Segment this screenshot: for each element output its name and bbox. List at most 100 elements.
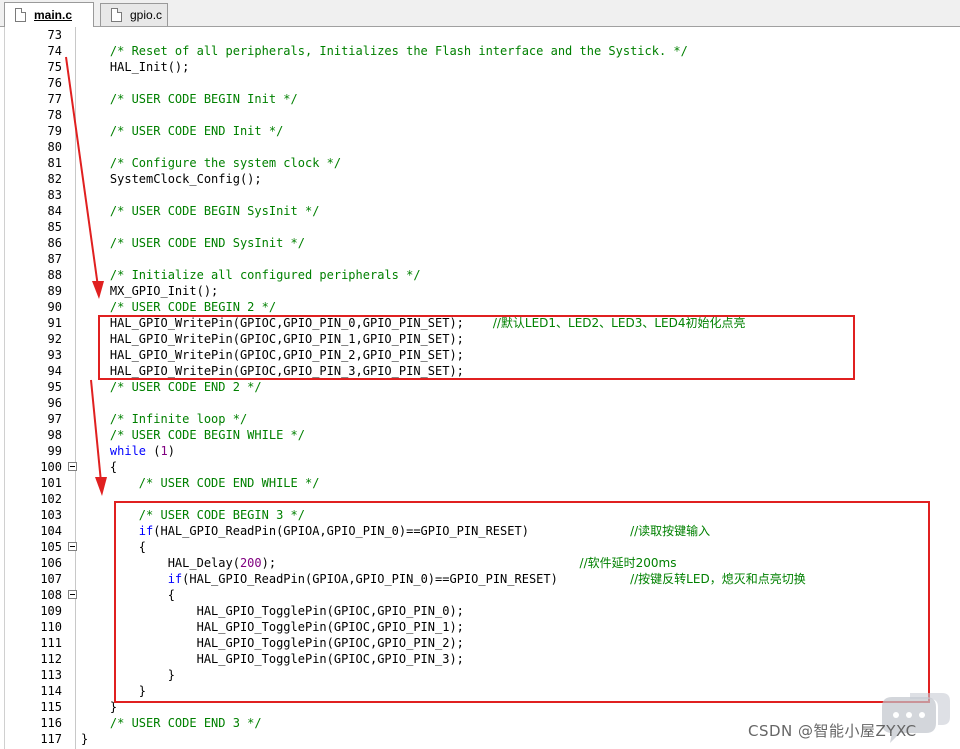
code-editor[interactable]: 73 74 /* Reset of all peripherals, Initia… xyxy=(0,27,960,749)
code-token: /* Infinite loop */ xyxy=(81,412,248,426)
code-line[interactable]: 96 xyxy=(0,395,960,411)
code-line[interactable]: 100 { xyxy=(0,459,960,475)
code-line[interactable]: 80 xyxy=(0,139,960,155)
line-number: 98 xyxy=(47,428,62,442)
code-line[interactable]: 76 xyxy=(0,75,960,91)
code-token: while xyxy=(109,444,147,458)
code-line[interactable]: 114 } xyxy=(0,683,960,699)
code-line[interactable]: 101 /* USER CODE END WHILE */ xyxy=(0,475,960,491)
code-line[interactable]: 108 { xyxy=(0,587,960,603)
line-number: 97 xyxy=(47,412,62,426)
code-token: //按键反转LED，熄灭和点亮切换 xyxy=(630,572,806,586)
code-line[interactable]: 99 while (1) xyxy=(0,443,960,459)
line-number: 109 xyxy=(40,604,62,618)
code-token: HAL_Delay( xyxy=(81,556,240,570)
code-token: HAL_GPIO_TogglePin(GPIOC,GPIO_PIN_2); xyxy=(81,636,464,650)
code-line[interactable]: 111 HAL_GPIO_TogglePin(GPIOC,GPIO_PIN_2)… xyxy=(0,635,960,651)
code-line[interactable]: 106 HAL_Delay(200); //软件延时200ms xyxy=(0,555,960,571)
code-line[interactable]: 88 /* Initialize all configured peripher… xyxy=(0,267,960,283)
code-token: { xyxy=(81,588,175,602)
code-text: HAL_GPIO_WritePin(GPIOC,GPIO_PIN_3,GPIO_… xyxy=(81,363,464,379)
code-text: /* USER CODE BEGIN Init */ xyxy=(81,91,298,107)
code-token: } xyxy=(81,732,89,746)
code-line[interactable]: 107 if(HAL_GPIO_ReadPin(GPIOA,GPIO_PIN_0… xyxy=(0,571,960,587)
line-number: 94 xyxy=(47,364,62,378)
code-line[interactable]: 90 /* USER CODE BEGIN 2 */ xyxy=(0,299,960,315)
line-number: 82 xyxy=(47,172,62,186)
code-line[interactable]: 104 if(HAL_GPIO_ReadPin(GPIOA,GPIO_PIN_0… xyxy=(0,523,960,539)
code-line[interactable]: 97 /* Infinite loop */ xyxy=(0,411,960,427)
code-line[interactable]: 91 HAL_GPIO_WritePin(GPIOC,GPIO_PIN_0,GP… xyxy=(0,315,960,331)
code-text: /* USER CODE END 3 */ xyxy=(81,715,262,731)
line-number: 104 xyxy=(40,524,62,538)
code-line[interactable]: 95 /* USER CODE END 2 */ xyxy=(0,379,960,395)
editor-tab-bar: main.c gpio.c xyxy=(0,0,960,27)
code-token: HAL_GPIO_TogglePin(GPIOC,GPIO_PIN_3); xyxy=(81,652,464,666)
code-line[interactable]: 79 /* USER CODE END Init */ xyxy=(0,123,960,139)
code-line[interactable]: 98 /* USER CODE BEGIN WHILE */ xyxy=(0,427,960,443)
code-line[interactable]: 75 HAL_Init(); xyxy=(0,59,960,75)
code-text: /* Initialize all configured peripherals… xyxy=(81,267,421,283)
code-text: /* USER CODE END 2 */ xyxy=(81,379,262,395)
code-line[interactable]: 84 /* USER CODE BEGIN SysInit */ xyxy=(0,203,960,219)
code-line[interactable]: 92 HAL_GPIO_WritePin(GPIOC,GPIO_PIN_1,GP… xyxy=(0,331,960,347)
code-line[interactable]: 74 /* Reset of all peripherals, Initiali… xyxy=(0,43,960,59)
fold-collapse-icon[interactable] xyxy=(68,462,77,471)
line-number: 115 xyxy=(40,700,62,714)
code-line[interactable]: 78 xyxy=(0,107,960,123)
tab-main-c[interactable]: main.c xyxy=(4,2,94,27)
code-text: /* USER CODE BEGIN SysInit */ xyxy=(81,203,320,219)
code-token: } xyxy=(81,668,175,682)
code-line[interactable]: 110 HAL_GPIO_TogglePin(GPIOC,GPIO_PIN_1)… xyxy=(0,619,960,635)
code-line[interactable]: 77 /* USER CODE BEGIN Init */ xyxy=(0,91,960,107)
code-line[interactable]: 81 /* Configure the system clock */ xyxy=(0,155,960,171)
code-token: /* Initialize all configured peripherals… xyxy=(81,268,421,282)
code-token: 200 xyxy=(239,556,262,570)
code-line[interactable]: 73 xyxy=(0,27,960,43)
code-line[interactable]: 86 /* USER CODE END SysInit */ xyxy=(0,235,960,251)
code-text: /* USER CODE BEGIN 2 */ xyxy=(81,299,276,315)
line-number: 75 xyxy=(47,60,62,74)
code-line[interactable]: 85 xyxy=(0,219,960,235)
code-text: { xyxy=(81,459,117,475)
code-line[interactable]: 83 xyxy=(0,187,960,203)
code-line[interactable]: 94 HAL_GPIO_WritePin(GPIOC,GPIO_PIN_3,GP… xyxy=(0,363,960,379)
code-text: /* USER CODE BEGIN 3 */ xyxy=(81,507,305,523)
code-line[interactable]: 112 HAL_GPIO_TogglePin(GPIOC,GPIO_PIN_3)… xyxy=(0,651,960,667)
line-number: 86 xyxy=(47,236,62,250)
code-line[interactable]: 102 xyxy=(0,491,960,507)
code-token: /* USER CODE BEGIN 3 */ xyxy=(81,508,305,522)
code-text: } xyxy=(81,683,146,699)
code-token: /* USER CODE END WHILE */ xyxy=(81,476,320,490)
code-line[interactable]: 103 /* USER CODE BEGIN 3 */ xyxy=(0,507,960,523)
code-line[interactable]: 113 } xyxy=(0,667,960,683)
code-text: HAL_GPIO_WritePin(GPIOC,GPIO_PIN_2,GPIO_… xyxy=(81,347,464,363)
code-line[interactable]: 87 xyxy=(0,251,960,267)
code-line[interactable]: 89 MX_GPIO_Init(); xyxy=(0,283,960,299)
file-icon xyxy=(15,8,26,22)
code-line[interactable]: 82 SystemClock_Config(); xyxy=(0,171,960,187)
line-number: 95 xyxy=(47,380,62,394)
line-number: 91 xyxy=(47,316,62,330)
code-line[interactable]: 93 HAL_GPIO_WritePin(GPIOC,GPIO_PIN_2,GP… xyxy=(0,347,960,363)
code-text: { xyxy=(81,587,175,603)
code-line[interactable]: 109 HAL_GPIO_TogglePin(GPIOC,GPIO_PIN_0)… xyxy=(0,603,960,619)
fold-collapse-icon[interactable] xyxy=(68,590,77,599)
watermark-text: CSDN @智能小屋ZYXC xyxy=(748,722,917,740)
code-token: HAL_GPIO_WritePin(GPIOC,GPIO_PIN_0,GPIO_… xyxy=(81,316,493,330)
tab-gpio-c[interactable]: gpio.c xyxy=(100,3,168,26)
code-token: ( xyxy=(146,444,161,458)
code-text: if(HAL_GPIO_ReadPin(GPIOA,GPIO_PIN_0)==G… xyxy=(81,571,806,587)
code-line[interactable]: 115 } xyxy=(0,699,960,715)
code-token: } xyxy=(81,700,118,714)
code-text: HAL_GPIO_TogglePin(GPIOC,GPIO_PIN_2); xyxy=(81,635,464,651)
code-text: /* USER CODE BEGIN WHILE */ xyxy=(81,427,305,443)
fold-collapse-icon[interactable] xyxy=(68,542,77,551)
code-token: /* USER CODE END Init */ xyxy=(81,124,284,138)
code-token: { xyxy=(81,460,118,474)
code-line[interactable]: 105 { xyxy=(0,539,960,555)
code-token: HAL_GPIO_TogglePin(GPIOC,GPIO_PIN_1); xyxy=(81,620,464,634)
code-token: /* USER CODE END 3 */ xyxy=(81,716,262,730)
code-token: } xyxy=(81,684,147,698)
